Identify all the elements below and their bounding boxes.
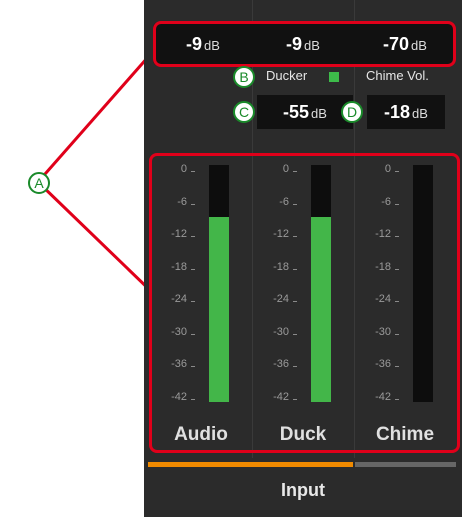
callout-d: D bbox=[341, 101, 363, 123]
tab-indicator-inactive[interactable] bbox=[355, 462, 456, 467]
annotation-box-meters bbox=[149, 153, 460, 453]
input-tab-label[interactable]: Input bbox=[144, 480, 462, 501]
ducker-label: Ducker bbox=[266, 68, 308, 83]
callout-c: C bbox=[233, 101, 255, 123]
input-tab-indicator[interactable] bbox=[148, 462, 353, 467]
callout-b: B bbox=[233, 66, 255, 88]
callout-a: A bbox=[28, 172, 50, 194]
chime-volume-field[interactable]: -18 dB bbox=[367, 95, 445, 129]
chime-volume-label: Chime Vol. bbox=[366, 68, 429, 83]
ducker-indicator bbox=[329, 72, 339, 82]
annotation-box-levels bbox=[153, 21, 456, 67]
ducker-value-field[interactable]: -55 dB bbox=[257, 95, 353, 129]
